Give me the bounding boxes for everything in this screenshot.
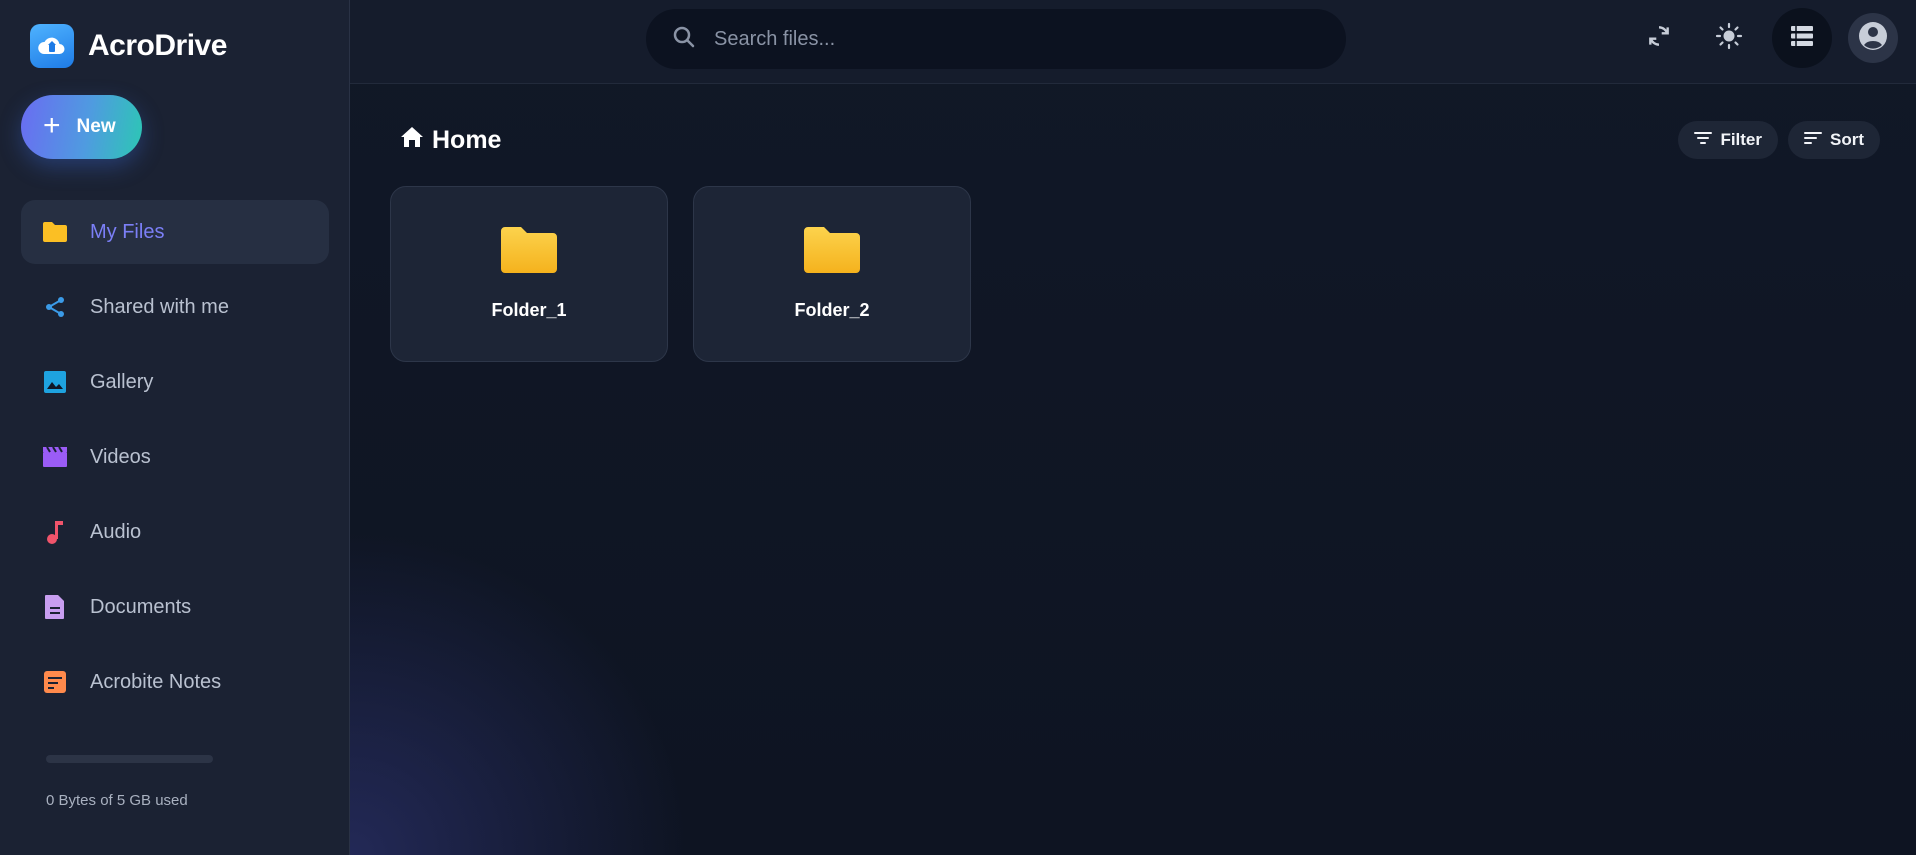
top-bar xyxy=(350,0,1916,84)
list-view-button[interactable] xyxy=(1772,8,1832,68)
image-icon xyxy=(42,369,68,395)
cloud-logo-icon xyxy=(30,24,74,68)
page-title: Home xyxy=(432,125,502,154)
plus-icon: + xyxy=(43,108,61,142)
folder-icon xyxy=(499,225,559,280)
storage-usage-text: 0 Bytes of 5 GB used xyxy=(46,792,188,809)
sidebar: AcroDrive + New My Files Shared with me xyxy=(0,0,350,855)
sort-label: Sort xyxy=(1830,130,1864,149)
new-button[interactable]: + New xyxy=(21,95,142,159)
sidebar-item-videos[interactable]: Videos xyxy=(21,425,329,489)
sidebar-item-label: My Files xyxy=(90,220,165,243)
clapperboard-icon xyxy=(42,444,68,470)
sun-icon xyxy=(1715,22,1743,55)
sidebar-item-label: Videos xyxy=(90,445,151,468)
app-root: AcroDrive + New My Files Shared with me xyxy=(0,0,1916,855)
account-circle-icon xyxy=(1858,21,1888,56)
sync-button[interactable] xyxy=(1632,11,1686,65)
top-actions xyxy=(1632,8,1898,68)
folder-name: Folder_1 xyxy=(491,300,567,320)
theme-toggle-button[interactable] xyxy=(1702,11,1756,65)
search-bar[interactable] xyxy=(646,9,1346,69)
sidebar-item-shared-with-me[interactable]: Shared with me xyxy=(21,275,329,339)
main-area: Home Filter Sort xyxy=(350,0,1916,855)
share-icon xyxy=(42,294,68,320)
folder-name: Folder_2 xyxy=(794,300,870,320)
sidebar-item-label: Audio xyxy=(90,520,142,543)
sidebar-nav: My Files Shared with me Gallery Videos A… xyxy=(21,200,329,725)
breadcrumb: Home xyxy=(400,126,501,155)
sidebar-item-label: Acrobite Notes xyxy=(90,670,222,693)
note-icon xyxy=(42,669,68,695)
sidebar-item-my-files[interactable]: My Files xyxy=(21,200,329,264)
sidebar-item-documents[interactable]: Documents xyxy=(21,575,329,639)
filter-label: Filter xyxy=(1720,130,1762,149)
search-input[interactable] xyxy=(714,27,1274,51)
sidebar-item-label: Gallery xyxy=(90,370,154,393)
sidebar-item-acrobite-notes[interactable]: Acrobite Notes xyxy=(21,650,329,714)
music-note-icon xyxy=(42,519,68,545)
app-name: AcroDrive xyxy=(88,29,227,62)
filter-icon xyxy=(1694,130,1713,150)
new-button-label: New xyxy=(76,116,116,137)
brand[interactable]: AcroDrive xyxy=(30,24,227,68)
sort-icon xyxy=(1804,130,1822,150)
folder-card[interactable]: Folder_2 xyxy=(693,186,971,362)
sidebar-item-audio[interactable]: Audio xyxy=(21,500,329,564)
folder-grid: Folder_1 Folder_2 xyxy=(390,186,971,362)
sidebar-item-label: Shared with me xyxy=(90,295,229,318)
search-icon xyxy=(672,25,696,54)
folder-icon xyxy=(802,225,862,280)
sync-icon xyxy=(1646,23,1672,54)
list-view-icon xyxy=(1790,25,1814,52)
document-icon xyxy=(42,594,68,620)
folder-card[interactable]: Folder_1 xyxy=(390,186,668,362)
home-icon xyxy=(400,126,424,155)
content-header: Home Filter Sort xyxy=(400,120,1880,160)
content-actions: Filter Sort xyxy=(1678,121,1880,159)
sort-button[interactable]: Sort xyxy=(1788,121,1880,159)
account-button[interactable] xyxy=(1848,13,1898,63)
sidebar-item-label: Documents xyxy=(90,595,192,618)
filter-button[interactable]: Filter xyxy=(1678,121,1778,159)
sidebar-item-gallery[interactable]: Gallery xyxy=(21,350,329,414)
folder-icon xyxy=(42,219,68,245)
storage-progress-bar xyxy=(46,755,213,763)
